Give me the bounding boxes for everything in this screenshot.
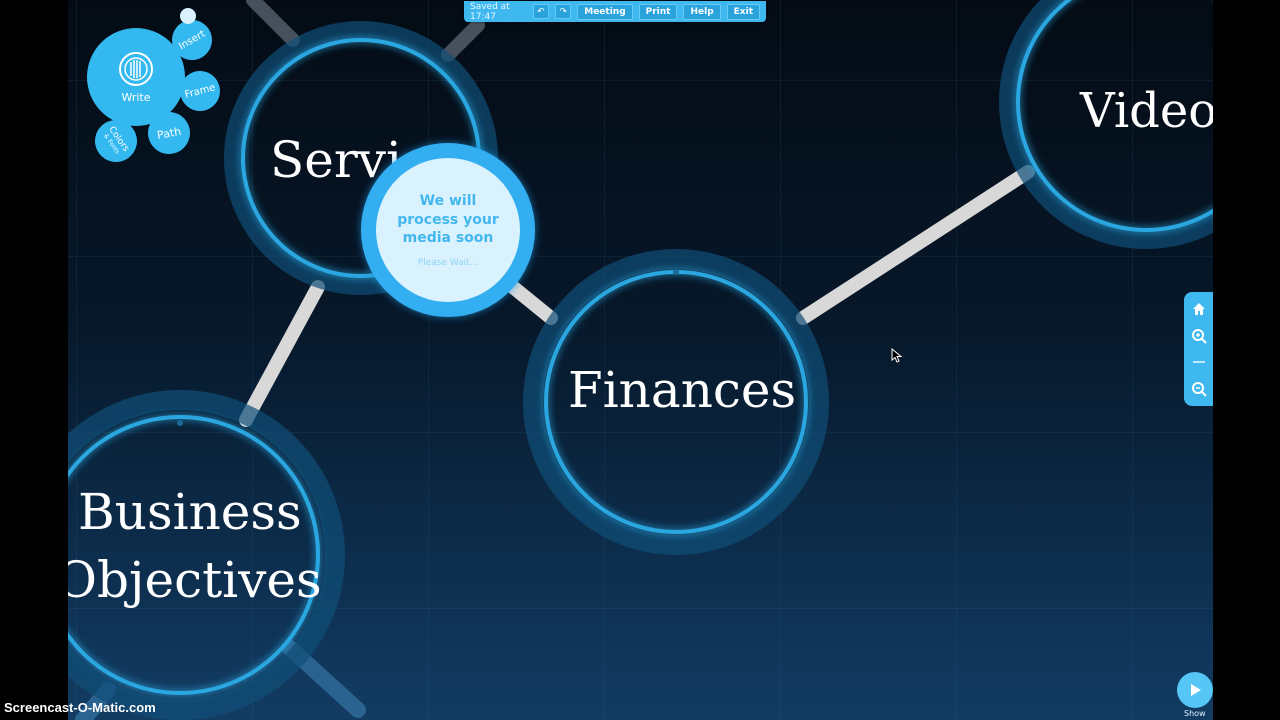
prezi-canvas[interactable]: Servi Video Finances Business Objectives bbox=[68, 0, 1213, 720]
processing-message-line2: process your bbox=[397, 211, 499, 228]
home-icon[interactable] bbox=[1189, 299, 1209, 319]
exit-button[interactable]: Exit bbox=[726, 3, 760, 20]
zoom-slider-icon[interactable] bbox=[1189, 352, 1209, 372]
top-toolbar: Saved at 17:47 ↶ ↷ Meeting Print Help Ex… bbox=[464, 1, 766, 22]
link-services-finances bbox=[501, 276, 558, 325]
path-lines bbox=[68, 0, 1213, 720]
screen-frame: Servi Video Finances Business Objectives… bbox=[0, 0, 1280, 720]
processing-wait-text: Please Wait... bbox=[417, 258, 479, 269]
saved-status: Saved at 17:47 bbox=[470, 1, 510, 22]
frame-label: Frame bbox=[183, 81, 217, 101]
faded-link bbox=[246, 0, 300, 47]
processing-message-line3: media soon bbox=[402, 230, 494, 247]
link-finances-video bbox=[796, 165, 1035, 325]
path-label: Path bbox=[155, 124, 183, 142]
pen-handle-icon[interactable] bbox=[180, 8, 196, 24]
play-icon bbox=[1191, 684, 1201, 696]
processing-message-line1: We will bbox=[419, 192, 477, 209]
prezi-logo-icon bbox=[119, 51, 153, 86]
zoom-in-icon[interactable] bbox=[1189, 326, 1209, 346]
processing-inner: We will process your media soon Please W… bbox=[376, 158, 520, 302]
redo-icon[interactable]: ↷ bbox=[555, 4, 572, 19]
show-label: Show bbox=[1184, 709, 1206, 718]
print-button[interactable]: Print bbox=[638, 3, 678, 20]
show-button[interactable] bbox=[1177, 672, 1213, 708]
write-label: Write bbox=[121, 90, 151, 104]
business-label-line2[interactable]: Objectives bbox=[68, 551, 322, 610]
faded-link bbox=[441, 18, 485, 62]
screencast-watermark: Screencast-O-Matic.com bbox=[4, 700, 156, 715]
zoom-toolbar bbox=[1184, 292, 1213, 406]
processing-bubble: We will process your media soon Please W… bbox=[361, 143, 535, 317]
help-button[interactable]: Help bbox=[683, 3, 721, 20]
business-label-line1[interactable]: Business bbox=[78, 483, 302, 542]
mouse-cursor-icon bbox=[891, 348, 903, 363]
undo-icon[interactable]: ↶ bbox=[532, 4, 549, 19]
insert-label: Insert bbox=[176, 28, 208, 52]
video-label[interactable]: Video bbox=[1080, 83, 1213, 139]
zoom-out-icon[interactable] bbox=[1189, 379, 1209, 399]
finances-label[interactable]: Finances bbox=[568, 361, 796, 420]
meeting-button[interactable]: Meeting bbox=[577, 3, 633, 20]
link-services-business bbox=[239, 280, 325, 427]
